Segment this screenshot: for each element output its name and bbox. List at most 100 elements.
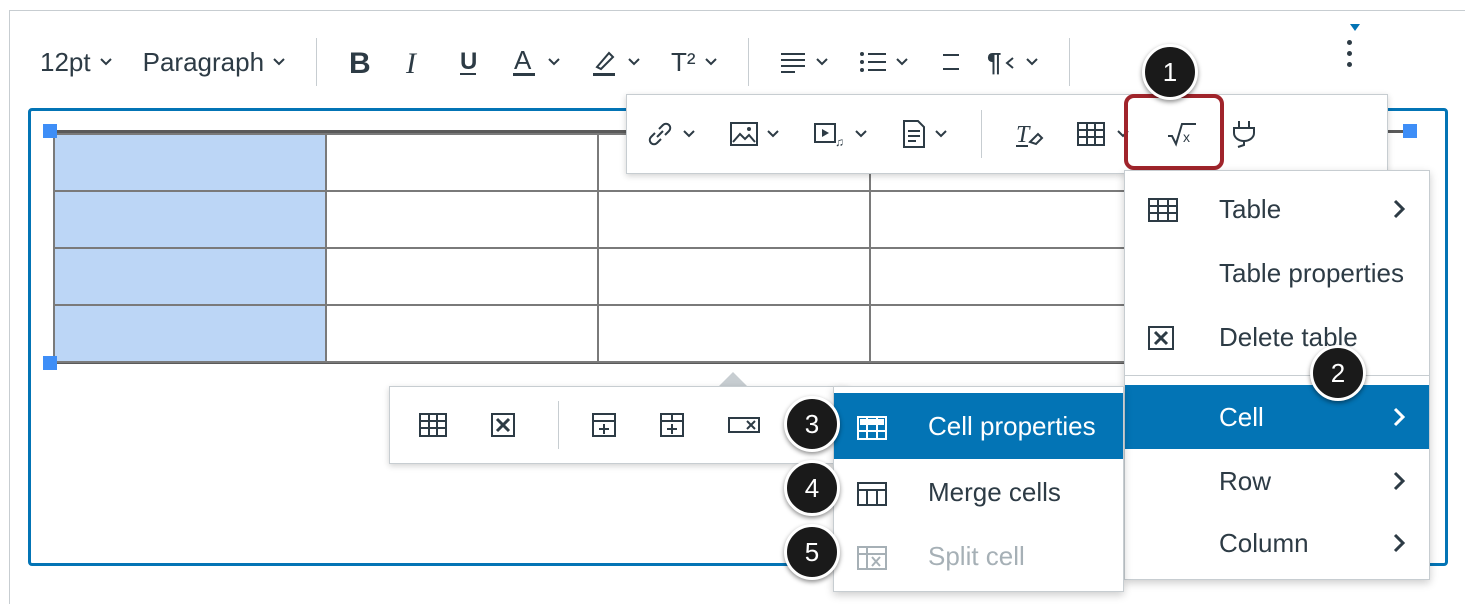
table-cell-selected[interactable] bbox=[53, 247, 327, 306]
menu-item-split-cell[interactable]: Split cell bbox=[834, 523, 1123, 589]
dot bbox=[1347, 62, 1352, 67]
svg-text:A: A bbox=[514, 47, 532, 75]
table-cell[interactable] bbox=[325, 247, 599, 306]
menu-item-label: Column bbox=[1219, 527, 1309, 558]
delete-row-button[interactable] bbox=[727, 412, 761, 438]
highlight-color-dropdown[interactable] bbox=[591, 47, 641, 77]
document-icon bbox=[903, 120, 925, 148]
table-cell[interactable] bbox=[869, 304, 1143, 363]
underline-button[interactable]: U bbox=[457, 47, 481, 77]
underline-icon: U bbox=[460, 48, 477, 75]
callout-2: 2 bbox=[1310, 345, 1366, 401]
chevron-down-icon bbox=[895, 58, 908, 66]
chevron-down-icon bbox=[767, 130, 779, 138]
bold-button[interactable]: B bbox=[347, 47, 373, 77]
apps-plugin-button[interactable] bbox=[1230, 119, 1258, 149]
menu-item-cell[interactable]: Cell bbox=[1125, 385, 1429, 449]
svg-text:I: I bbox=[405, 47, 418, 77]
clear-formatting-icon: T bbox=[1016, 122, 1044, 148]
cell-submenu: Cell properties Merge cells Split cell bbox=[833, 386, 1124, 592]
delete-table-icon bbox=[1148, 326, 1174, 350]
dot bbox=[1347, 51, 1352, 56]
clear-formatting-button[interactable]: T bbox=[1014, 120, 1044, 148]
block-format-value: Paragraph bbox=[142, 46, 265, 77]
paragraph-direction-icon: ¶ bbox=[987, 48, 1014, 76]
table-cell[interactable] bbox=[325, 133, 599, 192]
indent-button[interactable] bbox=[939, 50, 961, 74]
callout-1: 1 bbox=[1142, 44, 1198, 100]
delete-table-icon bbox=[491, 413, 515, 437]
document-dropdown[interactable] bbox=[901, 119, 949, 149]
italic-icon: I bbox=[405, 47, 418, 77]
text-color-dropdown[interactable]: A bbox=[511, 47, 561, 77]
menu-item-table[interactable]: Table bbox=[1125, 177, 1429, 241]
delete-table-button[interactable] bbox=[490, 412, 516, 438]
menu-item-merge-cells[interactable]: Merge cells bbox=[834, 459, 1123, 525]
align-left-icon bbox=[780, 53, 805, 73]
table-cell[interactable] bbox=[597, 190, 871, 249]
insert-row-before-button[interactable] bbox=[591, 412, 617, 438]
menu-item-label: Table properties bbox=[1219, 257, 1404, 288]
insert-row-after-button[interactable] bbox=[659, 412, 685, 438]
table-cell-selected[interactable] bbox=[53, 190, 327, 249]
table-properties-button[interactable] bbox=[418, 412, 448, 438]
menu-item-column[interactable]: Column bbox=[1125, 511, 1429, 575]
list-dropdown[interactable] bbox=[859, 50, 909, 74]
media-dropdown[interactable]: ♫ bbox=[813, 120, 869, 148]
dot bbox=[1347, 40, 1352, 45]
menu-item-label: Row bbox=[1219, 465, 1272, 496]
italic-button[interactable]: I bbox=[403, 47, 427, 77]
table-cell[interactable] bbox=[325, 304, 599, 363]
more-options-button[interactable] bbox=[1347, 40, 1352, 67]
svg-text:♫: ♫ bbox=[835, 135, 844, 148]
table-row bbox=[53, 190, 1143, 249]
svg-text:T: T bbox=[1016, 122, 1031, 148]
text-direction-dropdown[interactable]: ¶ bbox=[987, 48, 1039, 76]
callout-4: 4 bbox=[784, 460, 840, 516]
table-cell-selected[interactable] bbox=[53, 304, 327, 363]
highlighter-icon bbox=[593, 51, 616, 76]
table-cell[interactable] bbox=[597, 247, 871, 306]
table-cell-selected[interactable] bbox=[53, 133, 327, 192]
menu-item-label: Merge cells bbox=[928, 476, 1061, 507]
toolbar-separator bbox=[747, 38, 749, 86]
link-icon bbox=[648, 122, 672, 146]
menu-divider bbox=[1125, 375, 1429, 376]
callout-5: 5 bbox=[784, 524, 840, 580]
bold-icon: B bbox=[349, 47, 371, 77]
insert-toolbar: ♫ T x bbox=[626, 94, 1388, 174]
popover-arrow bbox=[719, 372, 747, 386]
editor-frame-top bbox=[9, 10, 1465, 11]
toolbar-separator bbox=[981, 110, 982, 158]
insert-row-before-icon bbox=[592, 413, 616, 437]
table-cell[interactable] bbox=[597, 304, 871, 363]
resize-handle-top-left[interactable] bbox=[43, 124, 57, 138]
table-cell[interactable] bbox=[325, 190, 599, 249]
text-color-icon: A bbox=[513, 47, 536, 76]
menu-item-label: Table bbox=[1219, 193, 1282, 224]
resize-handle-top-right[interactable] bbox=[1403, 124, 1417, 138]
superscript-icon: T² bbox=[671, 46, 696, 77]
table-icon bbox=[1077, 122, 1105, 146]
table-button-highlight bbox=[1124, 94, 1224, 170]
link-dropdown[interactable] bbox=[645, 119, 697, 149]
font-size-dropdown[interactable]: 12pt bbox=[40, 47, 113, 78]
table-icon bbox=[419, 413, 447, 437]
menu-item-table-properties[interactable]: Table properties bbox=[1125, 241, 1429, 305]
svg-text:B: B bbox=[349, 47, 371, 77]
table-cell[interactable] bbox=[869, 247, 1143, 306]
resize-handle-bottom-left[interactable] bbox=[43, 356, 57, 370]
table-cell[interactable] bbox=[869, 190, 1143, 249]
menu-item-label: Split cell bbox=[928, 540, 1025, 571]
block-format-dropdown[interactable]: Paragraph bbox=[143, 47, 286, 78]
superscript-dropdown[interactable]: T² bbox=[671, 47, 718, 78]
chevron-down-icon bbox=[935, 130, 947, 138]
menu-item-cell-properties[interactable]: Cell properties bbox=[834, 393, 1123, 459]
image-dropdown[interactable] bbox=[729, 120, 781, 148]
chevron-right-icon bbox=[1393, 533, 1406, 553]
menu-item-row[interactable]: Row bbox=[1125, 449, 1429, 513]
menu-item-delete-table[interactable]: Delete table bbox=[1125, 305, 1429, 369]
chevron-right-icon bbox=[1393, 471, 1406, 491]
align-dropdown[interactable] bbox=[779, 50, 829, 74]
chevron-down-icon bbox=[628, 58, 640, 66]
